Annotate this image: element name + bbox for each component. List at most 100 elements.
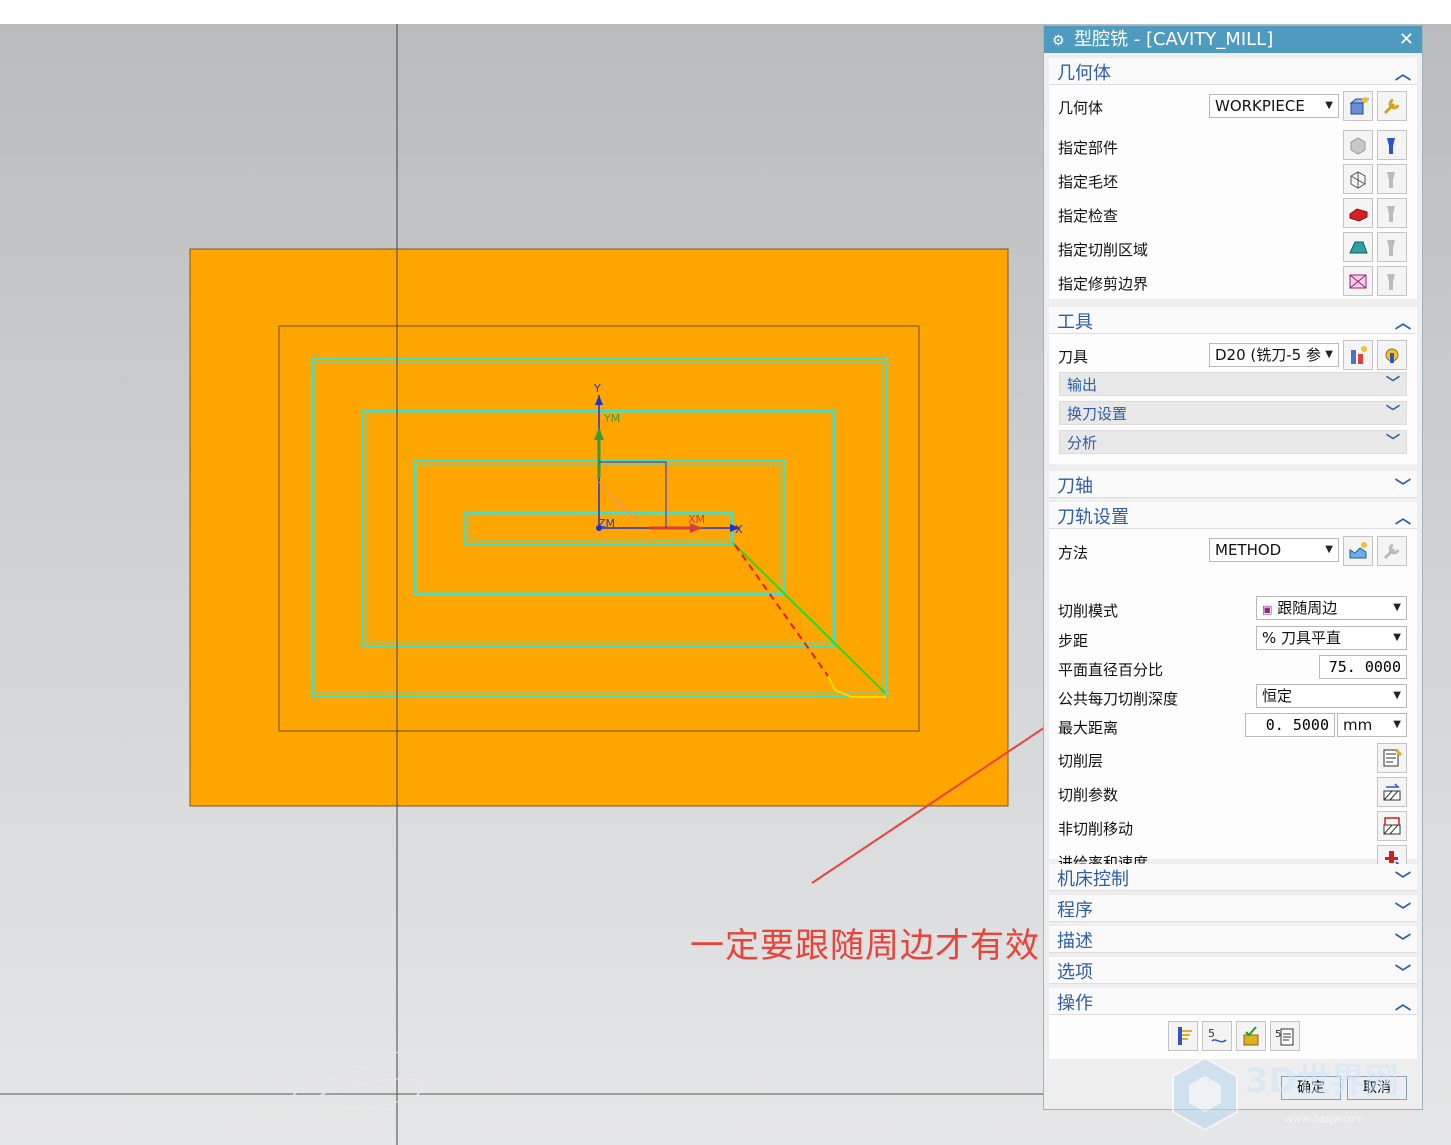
section-tool[interactable]: 工具 ︿ [1049,307,1417,334]
chevron-down-icon: ﹀ [1394,901,1411,920]
cut-parameters-button[interactable] [1377,777,1407,807]
chevron-down-icon: ▼ [1393,719,1401,730]
section-geometry[interactable]: 几何体 ︿ [1049,58,1417,85]
annotation-text: 一定要跟随周边才有效 [690,926,1040,966]
new-method-icon [1349,542,1367,559]
watermark-url: www.3dsjw.com [1285,1114,1364,1125]
subsection-output[interactable]: 输出 ﹀ [1059,372,1407,396]
close-icon[interactable]: ✕ [1399,26,1414,53]
cut-parameters-icon [1383,783,1401,801]
chevron-down-icon: ▼ [1325,100,1333,111]
show-part-button[interactable] [1377,130,1407,160]
section-geometry-title: 几何体 [1057,63,1111,84]
specify-trim-boundary-button[interactable] [1343,266,1373,296]
show-check-button[interactable] [1377,198,1407,228]
flashlight-icon [1387,138,1395,154]
specify-part-button[interactable] [1343,130,1373,160]
method-label: 方法 [1058,544,1089,562]
blank-icon [1350,171,1366,189]
chevron-down-icon: ﹀ [1394,963,1411,982]
section-options-title: 选项 [1057,962,1093,983]
geometry-select[interactable]: WORKPIECE ▼ [1209,94,1339,118]
section-machine-control[interactable]: 机床控制 ﹀ [1049,864,1417,891]
edit-tool-icon [1385,348,1399,363]
subsection-tool-change-title: 换刀设置 [1067,405,1128,423]
specify-check-label: 指定检查 [1058,207,1119,225]
show-cut-area-button[interactable] [1377,232,1407,262]
show-blank-button[interactable] [1377,164,1407,194]
cut-pattern-select-value: 跟随周边 [1277,599,1338,617]
list-icon: 5 [1275,1028,1294,1046]
section-machine-control-title: 机床控制 [1057,869,1129,890]
verify-icon [1243,1026,1259,1046]
wrench-icon [1383,543,1400,560]
edit-method-button[interactable] [1377,536,1407,566]
method-select-value: METHOD [1215,541,1282,559]
specify-check-button[interactable] [1343,198,1373,228]
chevron-up-icon: ︿ [1394,313,1411,332]
new-tool-button[interactable] [1343,340,1373,370]
section-program[interactable]: 程序 ﹀ [1049,895,1417,922]
depth-per-cut-select[interactable]: 恒定 ▼ [1256,684,1407,708]
max-distance-unit-select[interactable]: mm ▼ [1337,713,1407,737]
chevron-down-icon: ▼ [1325,349,1333,360]
axis-label-xm: XM [688,513,705,526]
chevron-down-icon: ﹀ [1394,477,1411,496]
section-tool-axis-title: 刀轴 [1057,476,1093,497]
method-select[interactable]: METHOD ▼ [1209,538,1339,562]
section-actions-title: 操作 [1057,993,1093,1014]
verify-button[interactable] [1236,1021,1266,1051]
section-options[interactable]: 选项 ﹀ [1049,957,1417,984]
flashlight-icon [1387,172,1395,188]
non-cutting-moves-icon [1383,817,1401,835]
subsection-tool-change[interactable]: 换刀设置 ﹀ [1059,401,1407,425]
tool-select[interactable]: D20 (铣刀-5 参 ▼ [1209,343,1339,367]
section-tool-body: 刀具 D20 (铣刀-5 参 ▼ 输出 ﹀ 换刀设置 ﹀ 分析 ﹀ [1049,334,1417,464]
section-tool-axis[interactable]: 刀轴 ﹀ [1049,471,1417,498]
chevron-up-icon: ︿ [1394,64,1411,83]
new-geometry-button[interactable] [1343,91,1373,121]
cut-levels-label: 切削层 [1058,752,1104,770]
stepover-select[interactable]: % 刀具平直 ▼ [1256,626,1407,650]
flat-diameter-percent-input[interactable]: 75. 0000 [1319,655,1407,679]
depth-per-cut-label: 公共每刀切削深度 [1058,690,1179,708]
svg-text:5: 5 [1208,1027,1215,1040]
stepover-label: 步距 [1058,632,1089,650]
chevron-down-icon: ▼ [1393,632,1401,643]
show-trim-boundary-button[interactable] [1377,266,1407,296]
generate-button[interactable] [1168,1021,1198,1051]
cut-parameters-label: 切削参数 [1058,786,1119,804]
max-distance-input[interactable]: 0. 5000 [1245,713,1335,737]
dialog-titlebar[interactable]: ⚙ 型腔铣 - [CAVITY_MILL] ✕ [1044,26,1422,53]
section-actions[interactable]: 操作 ︿ [1049,988,1417,1015]
subsection-analysis-title: 分析 [1067,434,1098,452]
axis-label-zm: ZM [598,517,615,530]
specify-cut-area-label: 指定切削区域 [1058,241,1149,259]
non-cutting-moves-button[interactable] [1377,811,1407,841]
wrench-icon [1383,98,1400,115]
edit-geometry-button[interactable] [1377,91,1407,121]
non-cutting-moves-label: 非切削移动 [1058,820,1134,838]
section-path-settings[interactable]: 刀轨设置 ︿ [1049,502,1417,529]
tool-label: 刀具 [1058,348,1089,366]
section-description[interactable]: 描述 ﹀ [1049,926,1417,953]
check-body-icon [1349,208,1368,222]
specify-part-label: 指定部件 [1058,139,1119,157]
section-path-settings-body: 方法 METHOD ▼ 切削模式 ▣ 跟随周边 ▼ 步距 % 刀具平直 ▼ 平面直径百… [1049,529,1417,875]
list-button[interactable]: 5 [1270,1021,1300,1051]
specify-cut-area-button[interactable] [1343,232,1373,262]
geometry-label: 几何体 [1058,99,1104,117]
specify-trim-boundary-label: 指定修剪边界 [1058,275,1149,293]
chevron-down-icon: ﹀ [1394,932,1411,951]
axis-label-x: X [735,523,743,536]
edit-tool-button[interactable] [1377,340,1407,370]
new-method-button[interactable] [1343,536,1373,566]
replay-icon: 5 [1208,1027,1227,1043]
specify-blank-button[interactable] [1343,164,1373,194]
subsection-analysis[interactable]: 分析 ﹀ [1059,430,1407,454]
cut-pattern-select[interactable]: ▣ 跟随周边 ▼ [1256,596,1407,620]
cut-pattern-label: 切削模式 [1058,602,1119,620]
cut-levels-button[interactable] [1377,743,1407,773]
flashlight-icon [1387,240,1395,256]
replay-button[interactable]: 5 [1202,1021,1232,1051]
